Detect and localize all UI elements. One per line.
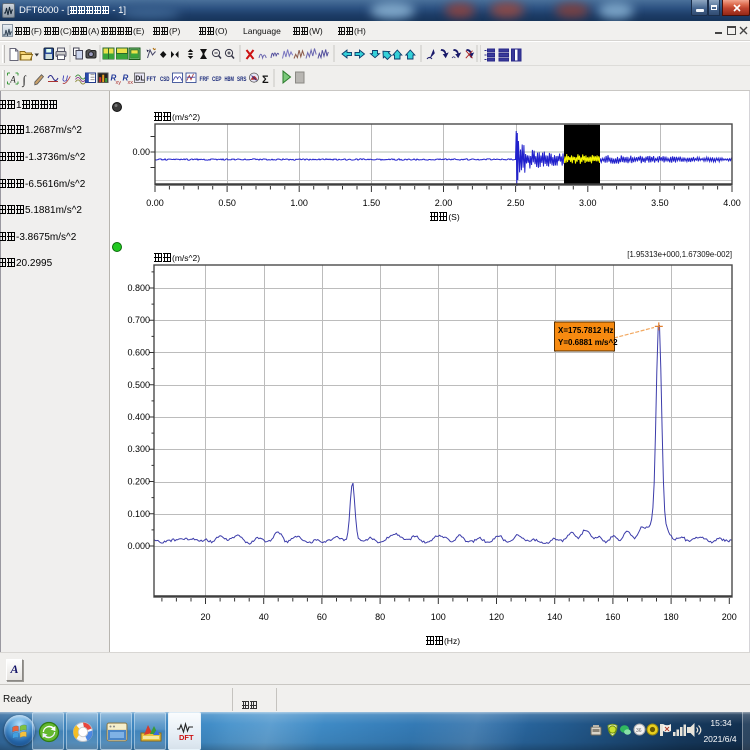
svg-text:36: 36 <box>636 728 642 734</box>
svg-text:180: 180 <box>664 612 679 622</box>
svg-text:60: 60 <box>317 612 327 622</box>
svg-text:40: 40 <box>259 612 269 622</box>
svg-text:200: 200 <box>722 612 737 622</box>
svg-text:0.800: 0.800 <box>127 283 150 293</box>
svg-text:0.500: 0.500 <box>127 380 150 390</box>
svg-text:2.50: 2.50 <box>507 198 525 208</box>
svg-text:∫: ∫ <box>22 73 27 87</box>
svg-text:0.300: 0.300 <box>127 444 150 454</box>
svg-text:0.000: 0.000 <box>127 541 150 551</box>
svg-text:CSD: CSD <box>160 76 170 83</box>
svg-text:0.400: 0.400 <box>127 412 150 422</box>
svg-text:CEP: CEP <box>212 76 222 83</box>
svg-text:DL: DL <box>135 76 145 83</box>
svg-text:DFT: DFT <box>179 733 194 742</box>
svg-text:0.700: 0.700 <box>127 315 150 325</box>
svg-text:20: 20 <box>200 612 210 622</box>
svg-text:A: A <box>9 75 16 85</box>
svg-text:0.200: 0.200 <box>127 477 150 487</box>
svg-text:SRS: SRS <box>237 76 247 83</box>
svg-text:0.00: 0.00 <box>146 198 164 208</box>
svg-text:1.50: 1.50 <box>363 198 381 208</box>
svg-text:140: 140 <box>547 612 562 622</box>
svg-text:xy: xy <box>116 80 122 86</box>
svg-text:4.00: 4.00 <box>723 198 741 208</box>
svg-text:FFT: FFT <box>147 76 157 83</box>
svg-text:120: 120 <box>489 612 504 622</box>
svg-text:100: 100 <box>431 612 446 622</box>
svg-text:X=175.7812 Hz: X=175.7812 Hz <box>558 326 613 335</box>
svg-text:1.00: 1.00 <box>290 198 308 208</box>
svg-text:[1.95313e+000,1.67309e-002]: [1.95313e+000,1.67309e-002] <box>627 250 732 259</box>
svg-text:U: U <box>62 75 68 84</box>
svg-text:3.50: 3.50 <box>651 198 669 208</box>
svg-text:0.00: 0.00 <box>132 147 150 157</box>
svg-text:160: 160 <box>605 612 620 622</box>
svg-text:3.00: 3.00 <box>579 198 597 208</box>
svg-text:HBM: HBM <box>225 76 235 83</box>
svg-text:80: 80 <box>375 612 385 622</box>
svg-text:0.600: 0.600 <box>127 348 150 358</box>
svg-text:2.00: 2.00 <box>435 198 453 208</box>
svg-text:Y=0.6881 m/s^2: Y=0.6881 m/s^2 <box>558 338 618 347</box>
svg-text:xx: xx <box>128 80 134 86</box>
svg-text:FRF: FRF <box>200 76 210 83</box>
svg-text:Σ: Σ <box>262 74 269 86</box>
svg-text:0.50: 0.50 <box>218 198 236 208</box>
svg-text:0.100: 0.100 <box>127 509 150 519</box>
